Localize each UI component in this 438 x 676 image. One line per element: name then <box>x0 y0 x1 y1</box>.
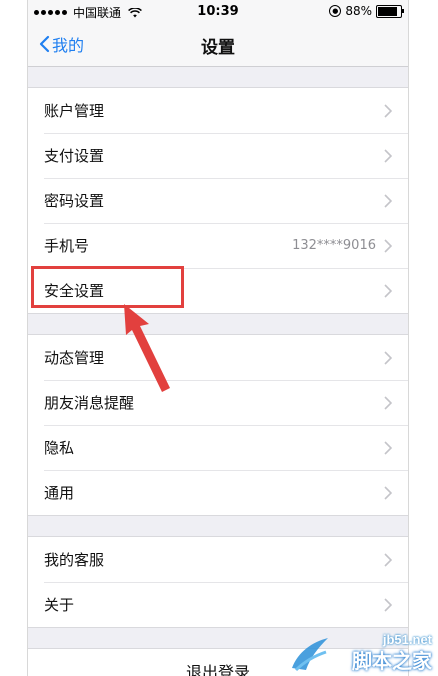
settings-row-label: 手机号 <box>44 237 90 255</box>
chevron-right-icon <box>384 238 392 253</box>
battery-fill <box>378 6 398 16</box>
chevron-right-icon <box>384 440 392 455</box>
status-bar: 中国联通 10:39 ● 88% <box>28 0 408 22</box>
settings-row-label: 动态管理 <box>44 349 105 367</box>
watermark-logo: jb51.net 脚本之家 <box>288 632 436 676</box>
phone-screen: 中国联通 10:39 ● 88% 我的 设置 账户管理支付设置密码设置手机号 13… <box>28 0 408 676</box>
battery-icon <box>376 4 404 18</box>
settings-row-value: 132****9016 <box>292 238 376 253</box>
settings-row-label: 密码设置 <box>44 192 105 210</box>
settings-row[interactable]: 账户管理 <box>28 88 408 133</box>
settings-group-social: 动态管理朋友消息提醒 隐私通用 <box>28 334 408 516</box>
chevron-right-icon <box>384 193 392 208</box>
settings-row-label: 账户管理 <box>44 102 105 120</box>
settings-row[interactable]: 隐私 <box>28 425 408 470</box>
chevron-right-icon <box>384 395 392 410</box>
settings-row-label: 通用 <box>44 484 75 502</box>
annotation-arrow-icon <box>124 304 170 392</box>
settings-row-label: 关于 <box>44 596 75 614</box>
settings-row[interactable]: 关于 <box>28 582 408 627</box>
chevron-right-icon <box>384 283 392 298</box>
settings-row[interactable]: 手机号 132****9016 <box>28 223 408 268</box>
settings-row-label: 朋友消息提醒 <box>44 394 135 412</box>
chevron-right-icon <box>384 148 392 163</box>
settings-row-label: 支付设置 <box>44 147 105 165</box>
status-right: ● 88% <box>329 4 404 18</box>
navigation-bar: 我的 设置 <box>28 22 408 67</box>
settings-row[interactable]: 我的客服 <box>28 537 408 582</box>
settings-row[interactable]: 通用 <box>28 470 408 515</box>
settings-row[interactable]: 密码设置 <box>28 178 408 223</box>
battery-percent: 88% <box>345 4 372 18</box>
settings-row[interactable]: 朋友消息提醒 <box>28 380 408 425</box>
chevron-right-icon <box>384 103 392 118</box>
page-title: 设置 <box>201 38 235 58</box>
settings-group-support: 我的客服 关于 <box>28 536 408 628</box>
settings-row[interactable]: 动态管理 <box>28 335 408 380</box>
chevron-right-icon <box>384 552 392 567</box>
chevron-right-icon <box>384 485 392 500</box>
settings-row-label: 我的客服 <box>44 551 105 569</box>
chevron-right-icon <box>384 597 392 612</box>
chevron-right-icon <box>384 350 392 365</box>
watermark-logo-icon <box>292 638 328 672</box>
rotation-lock-icon: ● <box>329 5 342 17</box>
settings-row-label: 隐私 <box>44 439 75 457</box>
watermark-site-name: 脚本之家 <box>352 649 432 673</box>
settings-row[interactable]: 支付设置 <box>28 133 408 178</box>
